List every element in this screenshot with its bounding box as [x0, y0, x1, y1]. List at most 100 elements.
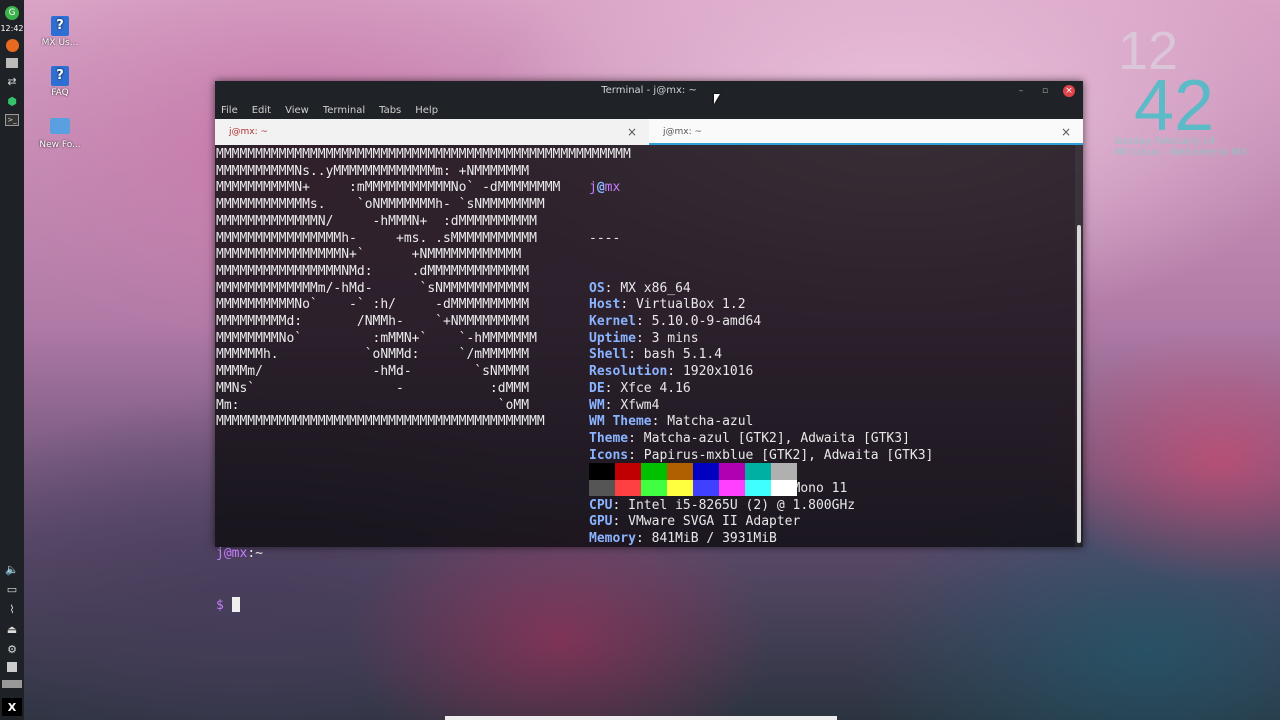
conky-clock: 12 42 Sunday February 14 MX Linux - Welc… — [1110, 24, 1260, 158]
info-key: GPU — [589, 514, 613, 530]
info-value: 3 mins — [651, 330, 699, 346]
logo-line: MMMMMMMMMMMMMMMMh- +ms. .sMMMMMMMMMMM — [216, 230, 537, 246]
desktop-icon-new-folder[interactable]: New Fo... — [30, 118, 90, 150]
shell-prompt[interactable]: j@mx:~ $ — [216, 513, 263, 648]
logo-line: MMMMMMMMMMMMs. `oNMMMMMMMh- `sNMMMMMMMM — [216, 197, 545, 213]
tab-close-icon[interactable]: × — [1061, 125, 1071, 139]
info-row: Kernel: 5.10.0-9-amd64 — [589, 314, 762, 330]
palette-swatch — [771, 479, 797, 496]
maximize-button[interactable]: ▫ — [1039, 85, 1051, 97]
desktop-icon-mx-user-manual[interactable]: ? MX Us... — [30, 16, 90, 48]
info-key: CPU — [589, 497, 613, 513]
menu-edit[interactable]: Edit — [252, 105, 271, 116]
app-grid-icon[interactable]: G — [5, 6, 19, 20]
logo-line: MMMMMMh. `oNMMd: `/mMMMMMM — [216, 347, 530, 363]
info-key: Theme — [589, 430, 629, 446]
logo-line: MMNs` - :dMMM — [216, 380, 530, 396]
tab-1[interactable]: j@mx: ~ × — [215, 119, 649, 145]
scrollbar-thumb[interactable] — [1077, 225, 1081, 543]
info-key: WM Theme — [589, 414, 652, 430]
window-titlebar[interactable]: Terminal - j@mx: ~ – ▫ × — [215, 81, 1083, 101]
info-value: Matcha-azul — [667, 414, 754, 430]
user-host-line: j@mx — [589, 180, 621, 196]
battery-icon[interactable] — [7, 662, 17, 672]
info-row: CPU: Intel i5-8265U (2) @ 1.800GHz — [589, 497, 856, 513]
prompt-symbol: $ — [216, 597, 224, 613]
mx-logo-icon[interactable]: X — [2, 698, 22, 716]
info-value: VirtualBox 1.2 — [635, 297, 746, 313]
info-key: Resolution — [589, 364, 668, 380]
menu-tabs[interactable]: Tabs — [379, 105, 401, 116]
eject-icon[interactable]: ⏏ — [4, 622, 20, 636]
info-key: OS — [589, 280, 605, 296]
palette-swatch — [771, 463, 797, 480]
info-row: Resolution: 1920x1016 — [589, 364, 754, 380]
prompt-user-host: j@mx — [216, 546, 248, 562]
neofetch-user: j — [589, 180, 597, 196]
logo-line: MMMMMMMMMMNo` -` :h/ -dMMMMMMMMMM — [216, 297, 530, 313]
logo-line: MMMMMMMMMMMMMMMMN+` +NMMMMMMMMMMMM — [216, 247, 522, 263]
conky-subtitle: MX Linux - Welcome to MX — [1114, 147, 1248, 158]
palette-swatch — [641, 463, 667, 480]
window-list-icon[interactable] — [2, 680, 22, 688]
folder-icon — [50, 118, 70, 134]
clip-icon[interactable]: ⌇ — [4, 602, 20, 616]
info-value: 1920x1016 — [682, 364, 754, 380]
info-value: 5.10.0-9-amd64 — [651, 314, 762, 330]
desktop-icon-faq[interactable]: ? FAQ — [30, 66, 90, 98]
volume-icon[interactable]: 🔈 — [4, 562, 20, 576]
tab-close-icon[interactable]: × — [627, 125, 637, 139]
minimize-button[interactable]: – — [1015, 85, 1027, 97]
info-row: Host: VirtualBox 1.2 — [589, 297, 746, 313]
palette-swatch — [667, 463, 693, 480]
menu-file[interactable]: File — [221, 105, 238, 116]
neofetch-separator: ---- — [589, 230, 621, 246]
terminal-window[interactable]: Terminal - j@mx: ~ – ▫ × File Edit View … — [215, 81, 1083, 613]
info-row: WM Theme: Matcha-azul — [589, 414, 754, 430]
settings-icon[interactable]: ⚙ — [4, 642, 20, 656]
info-value: Xfce 4.16 — [620, 380, 691, 396]
side-panel: G 12:42 ⇄ ⬢ >_ 🔈 ▭ ⌇ ⏏ ⚙ X — [0, 0, 24, 720]
logo-line: MMMMMMMMMMMMMN/ -hMMMN+ :dMMMMMMMMMM — [216, 213, 537, 229]
palette-swatch — [693, 479, 719, 496]
info-value: MX x86_64 — [620, 280, 691, 296]
logo-line: MMMMMMMMMMNs..yMMMMMMMMMMMMMm: +NMMMMMMM — [216, 163, 530, 179]
info-row: Memory: 841MiB / 3931MiB — [589, 531, 777, 547]
palette-swatch — [615, 479, 641, 496]
help-icon: ? — [51, 16, 69, 36]
logo-line: MMMMMMMMMMMMMMMMNMd: .dMMMMMMMMMMMMM — [216, 263, 530, 279]
files-icon[interactable] — [6, 58, 18, 68]
prompt-path: :~ — [247, 546, 263, 562]
screen-icon[interactable]: ▭ — [4, 582, 20, 596]
firefox-icon[interactable] — [5, 39, 19, 52]
info-key: Shell — [589, 347, 629, 363]
scrollbar[interactable] — [1075, 145, 1083, 547]
close-button[interactable]: × — [1063, 85, 1075, 97]
info-key: Icons — [589, 447, 629, 463]
palette-swatch — [667, 479, 693, 496]
neofetch-logo: MMMMMMMMMMMMMMMMMMMMMMMMMMMMMMMMMMMMMMMM… — [216, 147, 631, 431]
color-palette — [589, 463, 797, 496]
info-value: VMware SVGA II Adapter — [628, 514, 801, 530]
logo-line: MMMMMMMMMd: /NMMh- `+NMMMMMMMMM — [216, 314, 530, 330]
menu-bar: File Edit View Terminal Tabs Help — [215, 101, 1083, 119]
desktop-icon-label: FAQ — [51, 88, 69, 98]
terminal-icon[interactable]: >_ — [5, 114, 19, 126]
palette-swatch — [589, 479, 615, 496]
shield-icon[interactable]: ⬢ — [4, 94, 20, 108]
menu-terminal[interactable]: Terminal — [323, 105, 365, 116]
logo-line: MMMMMMMMMMN+ :mMMMMMMMMMMMNo` -dMMMMMMMM — [216, 180, 561, 196]
info-value: Intel i5-8265U (2) @ 1.800GHz — [628, 497, 856, 513]
info-key: Memory — [589, 531, 636, 547]
info-value: 841MiB / 3931MiB — [651, 531, 777, 547]
info-row: OS: MX x86_64 — [589, 280, 691, 296]
desktop-icon-label: MX Us... — [41, 38, 79, 48]
info-value: Xfwm4 — [620, 397, 660, 413]
tab-2[interactable]: j@mx: ~ × — [649, 119, 1083, 145]
menu-view[interactable]: View — [285, 105, 309, 116]
network-icon[interactable]: ⇄ — [4, 74, 20, 88]
panel-clock[interactable]: 12:42 — [0, 24, 23, 33]
palette-swatch — [641, 479, 667, 496]
menu-help[interactable]: Help — [415, 105, 438, 116]
help-icon: ? — [51, 66, 69, 86]
